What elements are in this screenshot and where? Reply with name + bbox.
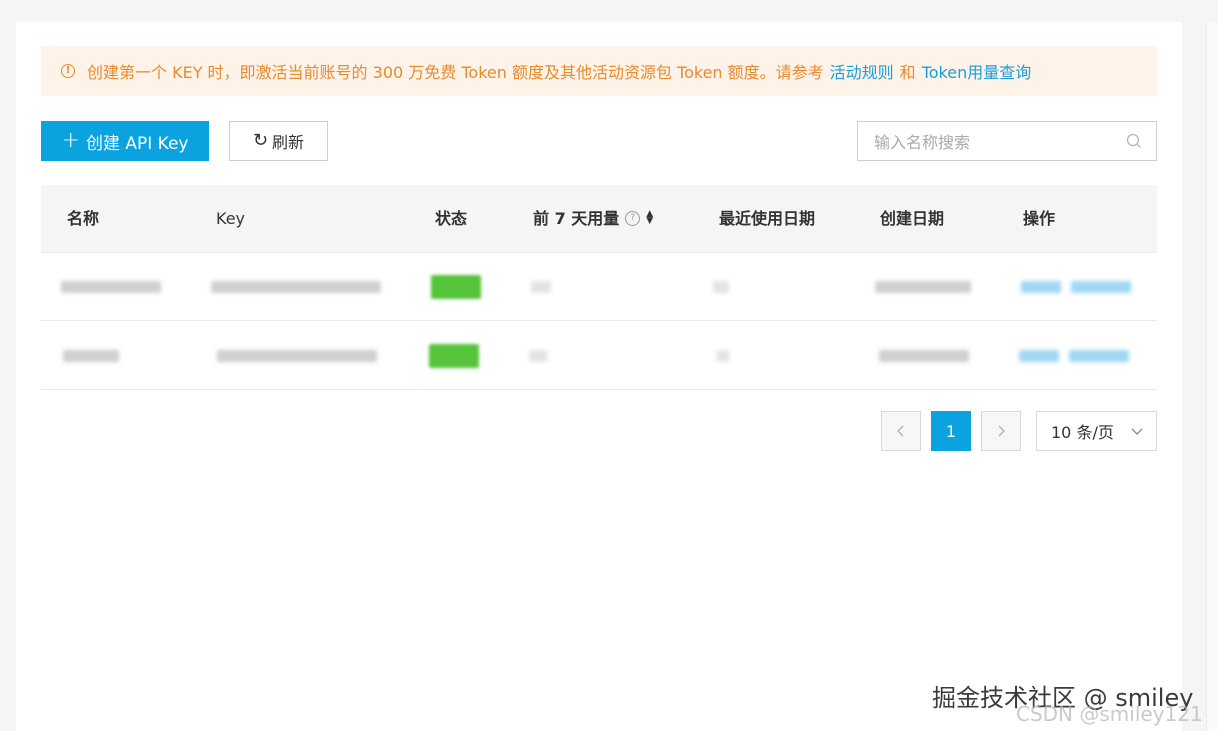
row-status-cell xyxy=(429,322,479,389)
column-header-key: Key xyxy=(216,209,246,228)
row-actions-cell[interactable] xyxy=(1021,253,1131,320)
row-created-cell xyxy=(875,253,971,320)
row-key-cell xyxy=(217,322,377,389)
refresh-icon: ↻ xyxy=(252,130,269,151)
page-1-button[interactable]: 1 xyxy=(931,411,971,451)
rules-link[interactable]: 活动规则 xyxy=(830,59,894,83)
row-key-cell xyxy=(211,253,381,320)
row-action-link[interactable] xyxy=(1021,280,1061,293)
column-header-status: 状态 xyxy=(435,209,468,228)
watermark-secondary: CSDN @smiley121 xyxy=(1016,702,1203,726)
notice-text: 创建第一个 KEY 时，即激活当前账号的 300 万免费 Token 额度及其他… xyxy=(87,63,824,82)
search-input[interactable] xyxy=(872,122,1116,162)
row-action-link[interactable] xyxy=(1069,349,1129,362)
warning-icon: ! xyxy=(61,64,75,78)
row-action-link[interactable] xyxy=(1019,349,1059,362)
table-row xyxy=(41,253,1157,321)
refresh-label: 刷新 xyxy=(272,133,305,152)
column-header-usage[interactable]: 前 7 天用量? ▲ ▼ xyxy=(533,185,653,252)
next-page-button[interactable] xyxy=(981,411,1021,451)
column-header-created: 创建日期 xyxy=(880,209,945,228)
help-icon[interactable]: ? xyxy=(625,211,641,226)
create-api-key-label: 创建 API Key xyxy=(85,133,189,154)
row-name-cell xyxy=(61,253,161,320)
page-size-value: 10 条/页 xyxy=(1051,423,1114,442)
usage-header-label: 前 7 天用量 xyxy=(533,209,620,228)
row-created-cell xyxy=(879,322,969,389)
table-header: 名称 Key 状态 前 7 天用量? ▲ ▼ 最近使用日期 创建日期 操作 xyxy=(41,185,1157,253)
plus-icon: + xyxy=(61,128,80,153)
create-api-key-button[interactable]: + 创建 API Key xyxy=(41,121,209,161)
column-header-actions: 操作 xyxy=(1023,209,1056,228)
sort-icon[interactable]: ▲ ▼ xyxy=(646,209,653,225)
row-actions-cell[interactable] xyxy=(1019,322,1129,389)
column-header-last-used: 最近使用日期 xyxy=(719,209,816,228)
chevron-down-icon xyxy=(1131,428,1143,435)
chevron-left-icon xyxy=(897,425,904,437)
row-name-cell xyxy=(63,322,119,389)
notice-banner: ! 创建第一个 KEY 时，即激活当前账号的 300 万免费 Token 额度及… xyxy=(41,46,1157,96)
row-status-cell xyxy=(431,253,481,320)
column-header-name: 名称 xyxy=(67,209,100,228)
row-action-link[interactable] xyxy=(1071,280,1131,293)
row-last-used-cell xyxy=(713,253,729,320)
search-box[interactable] xyxy=(857,121,1157,162)
page-size-select[interactable]: 10 条/页 xyxy=(1036,411,1157,451)
scrollbar-track[interactable] xyxy=(1206,22,1218,731)
prev-page-button[interactable] xyxy=(881,411,921,451)
table-row xyxy=(41,322,1157,390)
row-usage-cell xyxy=(529,322,547,389)
right-scroll-strip xyxy=(1182,22,1218,731)
chevron-right-icon xyxy=(998,425,1005,437)
token-usage-link[interactable]: Token用量查询 xyxy=(922,59,1032,83)
notice-connector: 和 xyxy=(899,63,916,82)
row-last-used-cell xyxy=(717,322,729,389)
row-usage-cell xyxy=(531,253,551,320)
search-icon[interactable] xyxy=(1126,133,1142,149)
refresh-button[interactable]: ↻ 刷新 xyxy=(229,121,328,161)
